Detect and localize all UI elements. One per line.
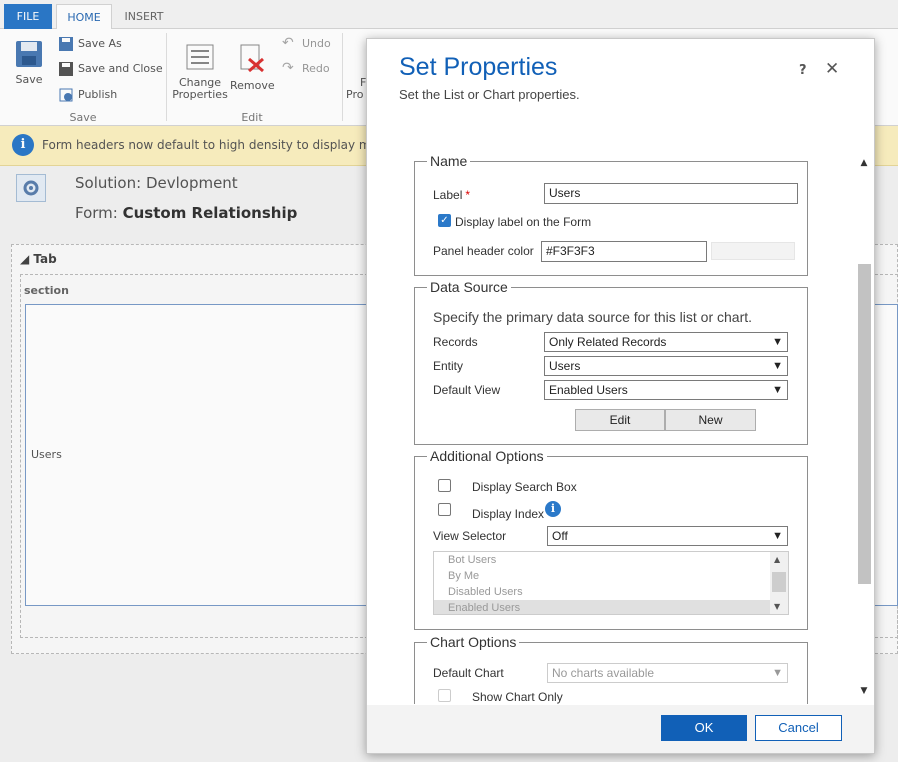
name-fieldset: Name Label * Users ✓ Display label on the… xyxy=(414,154,808,276)
default-view-label: Default View xyxy=(433,383,501,397)
records-value: Only Related Records xyxy=(549,335,667,349)
chevron-down-icon: ▼ xyxy=(772,530,783,542)
default-view-select[interactable]: Enabled Users ▼ xyxy=(544,380,788,400)
display-label-checkbox[interactable]: ✓ xyxy=(438,214,451,227)
panel-header-color-input[interactable]: #F3F3F3 xyxy=(541,241,707,262)
chart-options-legend: Chart Options xyxy=(427,634,520,650)
default-chart-select[interactable]: No charts available ▼ xyxy=(547,663,788,683)
label-input[interactable]: Users xyxy=(544,183,798,204)
chevron-down-icon: ▼ xyxy=(772,336,783,348)
views-listbox[interactable]: Bot Users By Me Disabled Users Enabled U… xyxy=(433,551,789,615)
label-field-text: Label xyxy=(433,188,463,202)
scroll-up-icon[interactable]: ▲ xyxy=(857,156,871,170)
additional-options-fieldset: Additional Options Display Search Box Di… xyxy=(414,448,808,630)
default-view-value: Enabled Users xyxy=(549,383,628,397)
data-source-fieldset: Data Source Specify the primary data sou… xyxy=(414,279,808,445)
list-item[interactable]: By Me xyxy=(434,568,788,584)
list-item[interactable]: Bot Users xyxy=(434,552,788,568)
view-selector-select[interactable]: Off ▼ xyxy=(547,526,788,546)
panel-header-color-label: Panel header color xyxy=(433,244,534,258)
list-item[interactable]: Disabled Users xyxy=(434,584,788,600)
display-index-label: Display Index xyxy=(472,507,545,521)
chevron-down-icon: ▼ xyxy=(772,360,783,372)
data-source-legend: Data Source xyxy=(427,279,511,295)
listbox-scrollbar[interactable]: ▲ ▼ xyxy=(770,552,788,614)
cancel-button[interactable]: Cancel xyxy=(755,715,842,741)
records-select[interactable]: Only Related Records ▼ xyxy=(544,332,788,352)
default-chart-value: No charts available xyxy=(552,666,655,680)
chevron-down-icon: ▼ xyxy=(772,667,783,679)
display-index-checkbox[interactable] xyxy=(438,503,451,516)
entity-label: Entity xyxy=(433,359,464,373)
data-source-description: Specify the primary data source for this… xyxy=(433,309,753,325)
scroll-thumb[interactable] xyxy=(772,572,786,592)
new-view-button[interactable]: New xyxy=(665,409,756,431)
name-legend: Name xyxy=(427,154,471,169)
display-label-text: Display label on the Form xyxy=(455,215,592,229)
additional-options-legend: Additional Options xyxy=(427,448,547,464)
scroll-up-icon[interactable]: ▲ xyxy=(774,555,780,564)
label-field-label: Label * xyxy=(433,188,470,202)
default-chart-label: Default Chart xyxy=(433,666,504,680)
entity-value: Users xyxy=(549,359,581,373)
close-icon[interactable]: ✕ xyxy=(825,59,839,79)
ok-button[interactable]: OK xyxy=(661,715,747,741)
display-search-box-label: Display Search Box xyxy=(472,480,577,494)
edit-view-button[interactable]: Edit xyxy=(575,409,665,431)
scroll-thumb[interactable] xyxy=(858,264,871,584)
required-mark: * xyxy=(465,188,471,202)
show-chart-only-label: Show Chart Only xyxy=(472,690,563,704)
chart-options-fieldset: Chart Options Default Chart No charts av… xyxy=(414,634,808,704)
help-icon[interactable]: ? xyxy=(799,63,807,78)
show-chart-only-checkbox[interactable] xyxy=(438,689,451,702)
scroll-down-icon[interactable]: ▼ xyxy=(774,602,780,611)
dialog-body: Name Label * Users ✓ Display label on the… xyxy=(399,154,849,704)
set-properties-dialog: Set Properties Set the List or Chart pro… xyxy=(366,38,875,754)
entity-select[interactable]: Users ▼ xyxy=(544,356,788,376)
info-icon[interactable]: i xyxy=(545,501,561,517)
list-item[interactable]: Enabled Users xyxy=(434,600,788,614)
display-search-box-checkbox[interactable] xyxy=(438,479,451,492)
dialog-subtitle: Set the List or Chart properties. xyxy=(399,87,580,102)
scroll-down-icon[interactable]: ▼ xyxy=(857,684,871,698)
dialog-footer: OK Cancel xyxy=(367,705,874,753)
view-selector-value: Off xyxy=(552,529,568,543)
dialog-scrollbar[interactable]: ▲ ▼ xyxy=(855,154,873,704)
chevron-down-icon: ▼ xyxy=(772,384,783,396)
dialog-title: Set Properties xyxy=(399,53,558,81)
color-swatch[interactable] xyxy=(711,242,795,260)
view-selector-label: View Selector xyxy=(433,529,507,543)
records-label: Records xyxy=(433,335,478,349)
